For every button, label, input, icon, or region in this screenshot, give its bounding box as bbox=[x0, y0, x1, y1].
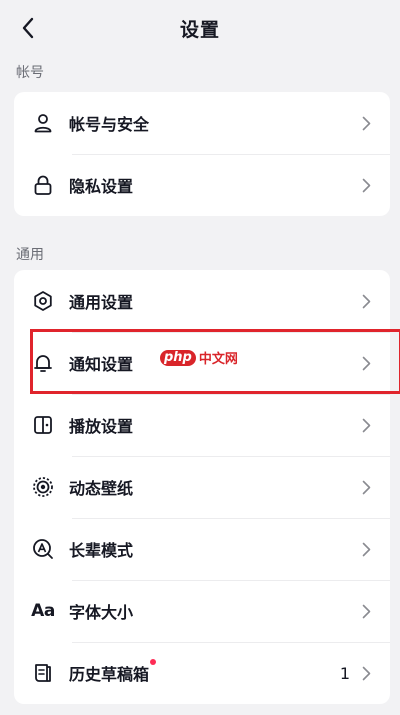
wallpaper-icon bbox=[31, 475, 55, 499]
header: 设置 bbox=[0, 0, 400, 56]
row-label: 通用设置 bbox=[69, 293, 134, 312]
card-general: 通用设置 通知设置 播放设置 动态壁纸 长辈模式 Aa 字体大小 历史草稿箱 1 bbox=[14, 270, 390, 704]
chevron-right-icon bbox=[360, 177, 372, 193]
section-label-general: 通用 bbox=[16, 247, 44, 263]
chevron-left-icon bbox=[22, 17, 34, 39]
section-label-account: 帐号 bbox=[16, 65, 44, 81]
gear-icon bbox=[31, 289, 55, 313]
back-button[interactable] bbox=[12, 12, 44, 44]
row-live-wallpaper[interactable]: 动态壁纸 bbox=[14, 456, 390, 518]
row-history-drafts[interactable]: 历史草稿箱 1 bbox=[14, 642, 390, 704]
card-account: 帐号与安全 隐私设置 bbox=[14, 92, 390, 216]
draft-count: 1 bbox=[339, 663, 350, 683]
row-label: 播放设置 bbox=[69, 417, 134, 436]
row-elder-mode[interactable]: 长辈模式 bbox=[14, 518, 390, 580]
chevron-right-icon bbox=[360, 417, 372, 433]
row-label: 帐号与安全 bbox=[69, 115, 150, 134]
row-account-security[interactable]: 帐号与安全 bbox=[14, 92, 390, 154]
row-privacy-settings[interactable]: 隐私设置 bbox=[14, 154, 390, 216]
chevron-right-icon bbox=[360, 479, 372, 495]
red-dot-badge bbox=[150, 659, 156, 665]
row-label: 隐私设置 bbox=[69, 177, 134, 196]
font-size-icon: Aa bbox=[31, 601, 55, 621]
bell-icon bbox=[31, 351, 55, 375]
row-label: 字体大小 bbox=[69, 603, 134, 622]
row-label: 通知设置 bbox=[69, 355, 134, 374]
chevron-right-icon bbox=[360, 115, 372, 131]
row-label-with-badge: 历史草稿箱 bbox=[69, 659, 340, 685]
chevron-right-icon bbox=[360, 355, 372, 371]
chevron-right-icon bbox=[360, 541, 372, 557]
drafts-icon bbox=[31, 661, 55, 685]
person-icon bbox=[31, 111, 55, 135]
chevron-right-icon bbox=[360, 603, 372, 619]
play-settings-icon bbox=[31, 413, 55, 437]
row-notification-settings[interactable]: 通知设置 bbox=[14, 332, 390, 394]
chevron-right-icon bbox=[360, 665, 372, 681]
chevron-right-icon bbox=[360, 293, 372, 309]
row-label: 长辈模式 bbox=[69, 541, 134, 560]
row-general-settings[interactable]: 通用设置 bbox=[14, 270, 390, 332]
page-title: 设置 bbox=[179, 18, 220, 41]
row-font-size[interactable]: Aa 字体大小 bbox=[14, 580, 390, 642]
lock-icon bbox=[31, 173, 55, 197]
row-playback-settings[interactable]: 播放设置 bbox=[14, 394, 390, 456]
row-label: 历史草稿箱 bbox=[69, 665, 150, 684]
elder-mode-icon bbox=[31, 537, 55, 561]
row-label: 动态壁纸 bbox=[69, 479, 134, 498]
